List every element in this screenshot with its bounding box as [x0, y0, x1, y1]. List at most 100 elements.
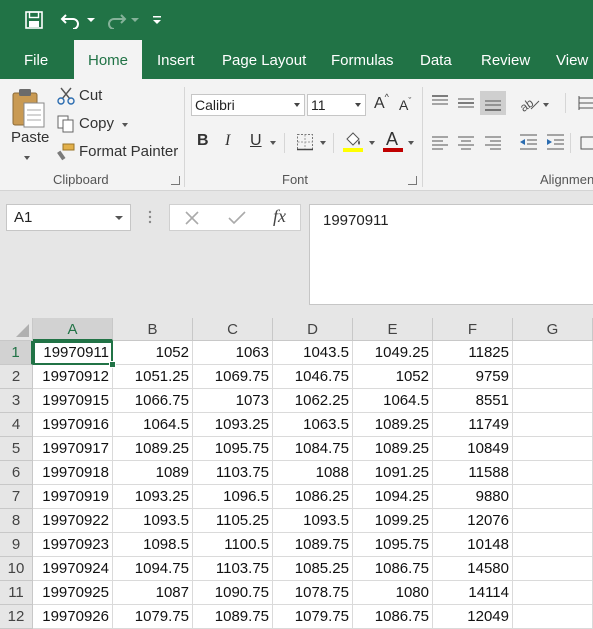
grid-cell[interactable]: 1064.5 — [353, 389, 433, 413]
grid-cell[interactable]: 14114 — [433, 581, 513, 605]
enter-check-icon[interactable] — [228, 210, 246, 226]
merge-center-icon[interactable] — [580, 135, 593, 151]
grid-cell[interactable]: 1051.25 — [113, 365, 193, 389]
grid-cell[interactable]: 19970919 — [33, 485, 113, 509]
grid-cell[interactable] — [513, 509, 593, 533]
row-header[interactable]: 2 — [0, 365, 33, 389]
decrease-font-size-button[interactable]: Aˇ — [399, 96, 411, 113]
font-launcher-icon[interactable] — [408, 176, 417, 185]
grid-cell[interactable] — [513, 461, 593, 485]
underline-dropdown-icon[interactable] — [270, 141, 276, 145]
grid-cell[interactable]: 12076 — [433, 509, 513, 533]
grid-cell[interactable]: 1093.5 — [113, 509, 193, 533]
grid-cell[interactable]: 8551 — [433, 389, 513, 413]
grid-cell[interactable]: 1079.75 — [113, 605, 193, 629]
row-header[interactable]: 8 — [0, 509, 33, 533]
row-header[interactable]: 4 — [0, 413, 33, 437]
select-all-button[interactable] — [0, 318, 33, 341]
align-center-icon[interactable] — [457, 135, 475, 151]
grid-cell[interactable]: 1094.75 — [113, 557, 193, 581]
grid-cell[interactable]: 1100.5 — [193, 533, 273, 557]
column-header-g[interactable]: G — [513, 318, 593, 341]
top-align-icon[interactable] — [431, 95, 449, 111]
column-header-f[interactable]: F — [433, 318, 513, 341]
column-header-e[interactable]: E — [353, 318, 433, 341]
row-header[interactable]: 11 — [0, 581, 33, 605]
grid-cell[interactable]: 1052 — [353, 365, 433, 389]
copy-button[interactable]: Copy — [79, 115, 114, 132]
grid-cell[interactable]: 11749 — [433, 413, 513, 437]
fill-color-dropdown-icon[interactable] — [369, 141, 375, 145]
grid-cell[interactable]: 1095.75 — [193, 437, 273, 461]
column-header-c[interactable]: C — [193, 318, 273, 341]
grid-cell[interactable]: 1096.5 — [193, 485, 273, 509]
format-painter-button[interactable]: Format Painter — [79, 143, 178, 160]
row-header[interactable]: 1 — [0, 341, 33, 365]
column-header-a[interactable]: A — [33, 318, 113, 341]
grid-cell[interactable]: 19970925 — [33, 581, 113, 605]
grid-cell[interactable]: 1105.25 — [193, 509, 273, 533]
grid-cell[interactable]: 1084.75 — [273, 437, 353, 461]
underline-button[interactable]: U — [250, 132, 262, 150]
grid-cell[interactable]: 1089.25 — [113, 437, 193, 461]
grid-cell[interactable]: 1099.25 — [353, 509, 433, 533]
font-color-button[interactable]: A — [383, 129, 403, 153]
grid-cell[interactable]: 19970917 — [33, 437, 113, 461]
grid-cell[interactable]: 19970915 — [33, 389, 113, 413]
grid-cell[interactable]: 1046.75 — [273, 365, 353, 389]
row-header[interactable]: 5 — [0, 437, 33, 461]
grid-cell[interactable] — [513, 581, 593, 605]
borders-icon[interactable] — [296, 133, 314, 151]
grid-cell[interactable]: 19970924 — [33, 557, 113, 581]
grid-cell[interactable]: 1063 — [193, 341, 273, 365]
cut-button[interactable]: Cut — [79, 87, 102, 104]
grid-cell[interactable]: 1103.75 — [193, 461, 273, 485]
borders-dropdown-icon[interactable] — [320, 141, 326, 145]
fill-handle[interactable] — [109, 361, 116, 368]
grid-cell[interactable]: 1093.25 — [193, 413, 273, 437]
grid-cell[interactable]: 1086.75 — [353, 605, 433, 629]
grid-cell[interactable]: 1089.25 — [353, 437, 433, 461]
align-right-icon[interactable] — [484, 135, 502, 151]
grid-cell[interactable]: 19970918 — [33, 461, 113, 485]
grid-cell[interactable]: 1085.25 — [273, 557, 353, 581]
undo-icon[interactable] — [58, 8, 84, 32]
format-painter-icon[interactable] — [57, 143, 75, 161]
row-header[interactable]: 10 — [0, 557, 33, 581]
tab-file[interactable]: File — [24, 40, 48, 79]
grid-cell[interactable] — [513, 437, 593, 461]
column-header-d[interactable]: D — [273, 318, 353, 341]
orientation-icon[interactable]: ab — [517, 93, 541, 115]
grid-cell[interactable]: 19970916 — [33, 413, 113, 437]
customize-icon[interactable] — [150, 8, 164, 32]
grid-cell[interactable]: 1078.75 — [273, 581, 353, 605]
orientation-dropdown-icon[interactable] — [543, 103, 549, 107]
column-header-b[interactable]: B — [113, 318, 193, 341]
grid-cell[interactable] — [513, 557, 593, 581]
grid-cell[interactable]: 1094.25 — [353, 485, 433, 509]
wrap-text-icon[interactable] — [577, 95, 593, 111]
grid-cell[interactable] — [513, 605, 593, 629]
bottom-align-icon[interactable] — [480, 91, 506, 115]
tab-review[interactable]: Review — [481, 40, 530, 79]
grid-cell[interactable]: 1062.25 — [273, 389, 353, 413]
insert-function-button[interactable]: fx — [273, 206, 286, 227]
cut-icon[interactable] — [57, 87, 75, 105]
font-size-select[interactable]: 11 — [307, 94, 366, 116]
grid-cell[interactable] — [513, 389, 593, 413]
font-family-select[interactable]: Calibri — [191, 94, 305, 116]
paste-button[interactable]: Paste — [11, 129, 49, 146]
grid-cell[interactable]: 1095.75 — [353, 533, 433, 557]
grid-cell[interactable] — [513, 533, 593, 557]
grid-cell[interactable]: 1079.75 — [273, 605, 353, 629]
tab-view[interactable]: View — [556, 40, 588, 79]
grid-cell[interactable]: 1052 — [113, 341, 193, 365]
grid-cell[interactable]: 1073 — [193, 389, 273, 413]
grid-cell[interactable] — [513, 341, 593, 365]
grid-cell[interactable]: 10849 — [433, 437, 513, 461]
copy-dropdown-icon[interactable] — [122, 123, 128, 127]
grid-cell[interactable]: 9880 — [433, 485, 513, 509]
grid-cell[interactable]: 1088 — [273, 461, 353, 485]
italic-button[interactable]: I — [225, 132, 230, 150]
grid-cell[interactable]: 1093.5 — [273, 509, 353, 533]
